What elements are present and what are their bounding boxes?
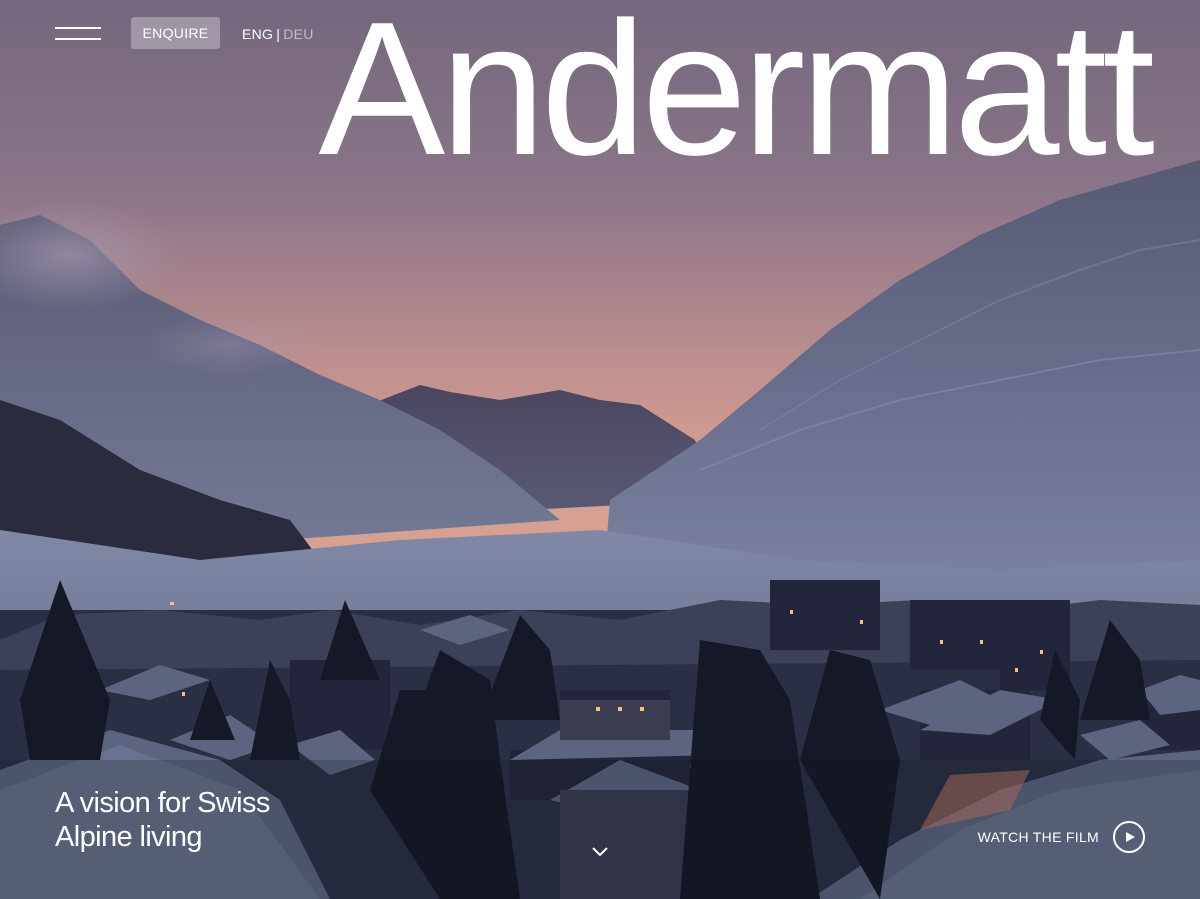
hero-tagline-line-2: Alpine living xyxy=(55,821,203,853)
lang-eng-link[interactable]: ENG xyxy=(242,26,273,42)
watch-film-label: WATCH THE FILM xyxy=(977,829,1099,845)
hero-tagline-line-1: A vision for Swiss xyxy=(55,787,270,819)
play-icon[interactable] xyxy=(1113,821,1145,853)
watch-film-button[interactable]: WATCH THE FILM xyxy=(978,820,1145,854)
language-switcher: ENG | DEU xyxy=(242,26,314,42)
menu-bar-top xyxy=(55,27,101,29)
play-triangle xyxy=(1126,831,1135,842)
hamburger-menu-icon[interactable] xyxy=(55,27,101,41)
chevron-down-icon[interactable] xyxy=(591,844,609,858)
menu-bar-bottom xyxy=(55,38,101,40)
lang-separator: | xyxy=(276,26,281,42)
hero-title: Andermatt xyxy=(318,0,1155,195)
enquire-button[interactable]: ENQUIRE xyxy=(131,17,220,49)
lang-deu-link[interactable]: DEU xyxy=(283,26,313,42)
hero-tagline: A vision for Swiss Alpine living xyxy=(55,786,375,854)
